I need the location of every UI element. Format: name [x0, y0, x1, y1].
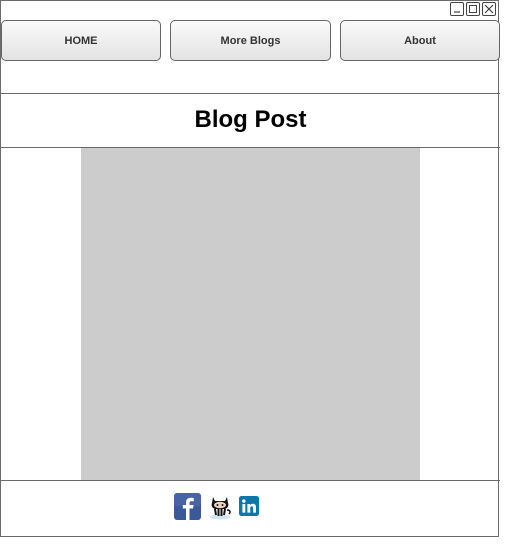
more-blogs-button[interactable]: More Blogs: [170, 20, 331, 61]
top-nav: HOME More Blogs About: [1, 20, 500, 61]
title-band: Blog Post: [1, 93, 500, 148]
social-links: [174, 492, 259, 520]
linkedin-icon[interactable]: [239, 496, 259, 516]
browser-window: HOME More Blogs About Blog Post: [0, 0, 500, 537]
about-button[interactable]: About: [340, 20, 500, 61]
facebook-icon[interactable]: [174, 492, 201, 520]
minimize-icon[interactable]: [450, 2, 464, 16]
maximize-icon[interactable]: [466, 2, 480, 16]
footer-divider: [1, 480, 500, 481]
close-icon[interactable]: [482, 2, 496, 16]
window-controls: [450, 2, 496, 16]
github-octocat-icon[interactable]: [207, 492, 233, 520]
page-title: Blog Post: [194, 105, 307, 133]
blog-image-placeholder: [81, 148, 420, 480]
home-button[interactable]: HOME: [1, 20, 161, 61]
